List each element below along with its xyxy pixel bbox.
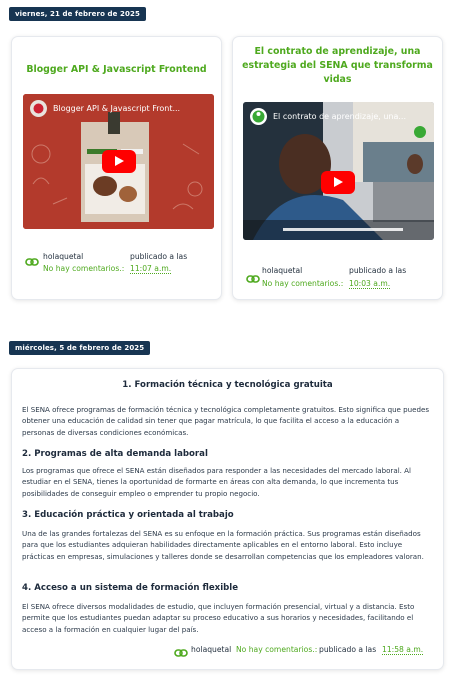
section-body: El SENA ofrece diversos modalidades de e… <box>22 602 415 634</box>
link-icon[interactable] <box>25 257 39 267</box>
section-body: El SENA ofrece programas de formación té… <box>22 405 430 437</box>
link-icon[interactable] <box>174 648 188 658</box>
post-card: Blogger API & Javascript Frontend Blogge… <box>11 36 222 300</box>
post-title[interactable]: Blogger API & Javascript Frontend <box>20 63 213 77</box>
post-author: holaquetal <box>191 645 232 654</box>
comments-link[interactable]: No hay comentarios.: <box>43 264 124 273</box>
published-label: publicado a las <box>349 266 407 275</box>
published-label: publicado a las <box>130 252 188 261</box>
post-time[interactable]: 11:58 a.m. <box>382 645 424 655</box>
comments-link[interactable]: No hay comentarios.: <box>236 645 317 654</box>
video-embed[interactable]: El contrato de aprendizaje, una... <box>243 102 434 240</box>
section-heading: 3. Educación práctica y orientada al tra… <box>22 510 234 520</box>
section-heading: 1. Formación técnica y tecnológica gratu… <box>122 380 333 390</box>
video-embed[interactable]: Blogger API & Javascript Front... <box>23 94 214 229</box>
section-heading: 2. Programas de alta demanda laboral <box>22 449 208 459</box>
published-label: publicado a las <box>319 645 377 654</box>
post-card: El contrato de aprendizaje, una estrateg… <box>232 36 443 300</box>
post-title[interactable]: El contrato de aprendizaje, una estrateg… <box>241 45 434 87</box>
section-body: Una de las grandes fortalezas del SENA e… <box>22 529 424 561</box>
section-heading: 4. Acceso a un sistema de formación flex… <box>22 583 239 593</box>
post-author: holaquetal <box>262 266 303 275</box>
date-header: viernes, 21 de febrero de 2025 <box>9 7 146 21</box>
video-title[interactable]: Blogger API & Javascript Front... <box>53 104 180 113</box>
link-icon[interactable] <box>246 274 260 284</box>
comments-link[interactable]: No hay comentarios.: <box>262 279 343 288</box>
post-time[interactable]: 10:03 a.m. <box>349 279 391 289</box>
section-body: Los programas que ofrece el SENA están d… <box>22 466 411 498</box>
video-title[interactable]: El contrato de aprendizaje, una... <box>273 112 406 121</box>
channel-avatar[interactable] <box>30 100 47 117</box>
article-card: 1. Formación técnica y tecnológica gratu… <box>11 368 444 670</box>
play-icon[interactable] <box>321 171 355 194</box>
date-header: miércoles, 5 de febrero de 2025 <box>9 341 151 355</box>
post-time[interactable]: 11:07 a.m. <box>130 264 172 274</box>
channel-avatar[interactable] <box>250 108 267 125</box>
post-author: holaquetal <box>43 252 84 261</box>
play-icon[interactable] <box>102 150 136 173</box>
sena-logo-icon <box>414 126 426 138</box>
